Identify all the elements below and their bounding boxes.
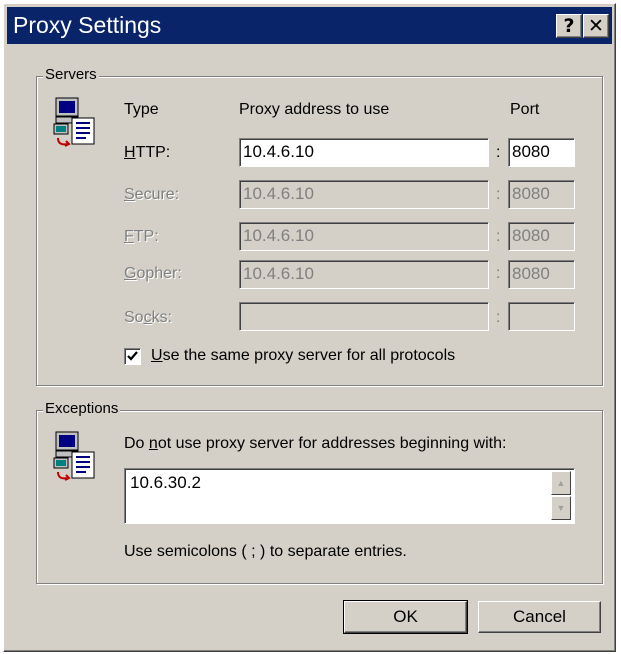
gopher-address-input[interactable]: 10.4.6.10 [239, 260, 489, 289]
ftp-address-input[interactable]: 10.4.6.10 [239, 222, 489, 251]
socks-port-input[interactable] [508, 302, 575, 331]
network-computer-icon [53, 97, 95, 147]
network-computer-icon [53, 431, 95, 481]
type-column-header: Type [124, 101, 159, 118]
secure-colon: : [496, 186, 501, 203]
address-column-header: Proxy address to use [239, 101, 390, 118]
checkmark-icon [127, 351, 138, 361]
ftp-port-input[interactable]: 8080 [508, 222, 575, 251]
exceptions-hint: Use semicolons ( ; ) to separate entries… [124, 543, 407, 560]
ftp-label: FTP: [124, 228, 159, 245]
help-button[interactable]: ? [556, 14, 582, 38]
cancel-button[interactable]: Cancel [478, 601, 601, 633]
scroll-up-button[interactable]: ▲ [551, 471, 571, 495]
ok-button[interactable]: OK [343, 600, 468, 634]
secure-label: Secure: [124, 186, 180, 203]
exceptions-value: 10.6.30.2 [130, 473, 201, 492]
http-address-input[interactable]: 10.4.6.10 [239, 138, 489, 167]
same-proxy-label[interactable]: Use the same proxy server for all protoc… [151, 347, 455, 365]
proxy-settings-dialog: Proxy Settings ? ✕ Servers Type Proxy ad… [3, 3, 616, 652]
exceptions-description: Do not use proxy server for addresses be… [124, 435, 507, 452]
exceptions-group-label: Exceptions [43, 400, 121, 417]
http-colon: : [496, 144, 501, 161]
secure-port-input[interactable]: 8080 [508, 180, 575, 209]
close-button[interactable]: ✕ [583, 14, 609, 38]
ftp-colon: : [496, 228, 501, 245]
window-title: Proxy Settings [13, 12, 162, 38]
socks-colon: : [496, 309, 501, 326]
secure-address-input[interactable]: 10.4.6.10 [239, 180, 489, 209]
gopher-label: Gopher: [124, 265, 182, 282]
gopher-colon: : [496, 265, 501, 282]
same-proxy-checkbox[interactable] [124, 348, 141, 365]
http-port-input[interactable]: 8080 [508, 138, 575, 167]
port-column-header: Port [510, 101, 540, 118]
gopher-port-input[interactable]: 8080 [508, 260, 575, 289]
exceptions-input[interactable]: 10.6.30.2 ▲ ▼ [124, 468, 575, 524]
title-bar[interactable]: Proxy Settings ? ✕ [7, 7, 612, 44]
socks-address-input[interactable] [239, 302, 489, 331]
socks-label: Socks: [124, 309, 173, 326]
servers-group-label: Servers [43, 66, 99, 83]
scroll-down-button[interactable]: ▼ [551, 496, 571, 520]
http-label: HTTP: [124, 144, 171, 161]
